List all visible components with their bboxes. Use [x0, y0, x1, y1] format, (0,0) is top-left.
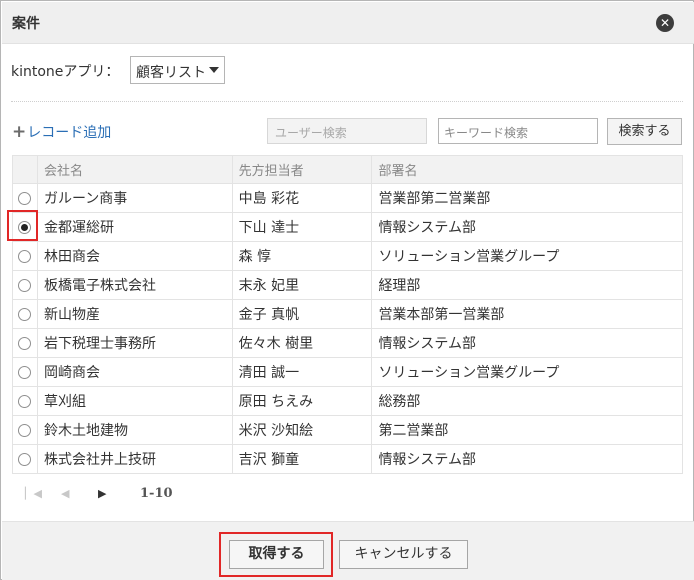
add-record-link[interactable]: +レコード追加: [12, 122, 111, 142]
get-button[interactable]: 取得する: [229, 540, 324, 569]
select-cell: [12, 415, 38, 445]
contact-cell: 吉沢 獅童: [231, 444, 373, 474]
row-radio[interactable]: [18, 452, 32, 466]
row-radio[interactable]: [18, 307, 32, 321]
department-cell: 営業本部第一営業部: [371, 299, 683, 329]
add-record-label: レコード追加: [27, 125, 112, 141]
contact-cell: 佐々木 樹里: [231, 328, 373, 358]
user-search-input[interactable]: ユーザー検索: [267, 118, 427, 144]
department-cell: 営業部第二営業部: [371, 183, 683, 213]
table-row[interactable]: 金都運総研 下山 達士 情報システム部: [12, 212, 683, 242]
row-radio[interactable]: [18, 365, 32, 379]
department-cell: ソリューション営業グループ: [371, 357, 683, 387]
row-radio[interactable]: [18, 220, 32, 234]
select-cell: [12, 183, 38, 213]
company-cell: 岡崎商会: [36, 357, 233, 387]
contact-cell: 中島 彩花: [231, 183, 373, 213]
keyword-search-input[interactable]: キーワード検索: [438, 118, 598, 144]
dialog-titlebar: 案件 ✕: [2, 2, 694, 44]
company-cell: ガルーン商事: [36, 183, 233, 213]
table-row[interactable]: 林田商会 森 惇 ソリューション営業グループ: [12, 241, 683, 271]
dialog-title: 案件: [12, 16, 40, 32]
table-row[interactable]: 草刈組 原田 ちえみ 総務部: [12, 386, 683, 416]
row-radio[interactable]: [18, 249, 32, 263]
header-select: [12, 155, 38, 184]
row-radio[interactable]: [18, 394, 32, 408]
department-cell: 第二営業部: [371, 415, 683, 445]
prev-page-icon: ◀: [61, 487, 70, 500]
row-radio[interactable]: [18, 423, 32, 437]
contact-cell: 米沢 沙知絵: [231, 415, 373, 445]
table-row[interactable]: 新山物産 金子 真帆 営業本部第一営業部: [12, 299, 683, 329]
select-cell: [12, 357, 38, 387]
search-button[interactable]: 検索する: [607, 118, 682, 145]
close-icon[interactable]: ✕: [656, 14, 674, 32]
page-range: 1-10: [140, 486, 173, 501]
select-cell: [12, 270, 38, 300]
plus-icon: +: [12, 122, 27, 142]
table-row[interactable]: ガルーン商事 中島 彩花 営業部第二営業部: [12, 183, 683, 213]
department-cell: 経理部: [371, 270, 683, 300]
first-page-icon: ▏◀: [25, 487, 42, 500]
contact-cell: 下山 達士: [231, 212, 373, 242]
select-cell: [12, 299, 38, 329]
app-selector-label: kintoneアプリ：: [11, 64, 120, 80]
department-cell: ソリューション営業グループ: [371, 241, 683, 271]
table-row[interactable]: 岩下税理士事務所 佐々木 樹里 情報システム部: [12, 328, 683, 358]
department-cell: 総務部: [371, 386, 683, 416]
contact-cell: 原田 ちえみ: [231, 386, 373, 416]
header-company: 会社名: [36, 155, 233, 184]
company-cell: 金都運総研: [36, 212, 233, 242]
select-cell: [12, 212, 38, 242]
table-row[interactable]: 鈴木土地建物 米沢 沙知絵 第二営業部: [12, 415, 683, 445]
select-cell: [12, 386, 38, 416]
divider: [11, 101, 683, 102]
records-table: 会社名 先方担当者 部署名 ガルーン商事 中島 彩花 営業部第二営業部 金都運総…: [12, 155, 683, 474]
app-select-value: 顧客リスト: [136, 65, 206, 81]
table-row[interactable]: 岡崎商会 清田 誠一 ソリューション営業グループ: [12, 357, 683, 387]
company-cell: 岩下税理士事務所: [36, 328, 233, 358]
table-header-row: 会社名 先方担当者 部署名: [12, 155, 683, 184]
contact-cell: 末永 妃里: [231, 270, 373, 300]
company-cell: 板橋電子株式会社: [36, 270, 233, 300]
next-page-icon[interactable]: ▶: [98, 487, 106, 500]
header-contact: 先方担当者: [231, 155, 373, 184]
header-department: 部署名: [371, 155, 683, 184]
record-picker-dialog: 案件 ✕ kintoneアプリ： 顧客リスト +レコード追加 ユーザー検索 キー…: [0, 0, 694, 580]
contact-cell: 森 惇: [231, 241, 373, 271]
select-cell: [12, 328, 38, 358]
select-cell: [12, 444, 38, 474]
contact-cell: 金子 真帆: [231, 299, 373, 329]
contact-cell: 清田 誠一: [231, 357, 373, 387]
company-cell: 株式会社井上技研: [36, 444, 233, 474]
department-cell: 情報システム部: [371, 444, 683, 474]
company-cell: 鈴木土地建物: [36, 415, 233, 445]
table-row[interactable]: 板橋電子株式会社 末永 妃里 経理部: [12, 270, 683, 300]
select-cell: [12, 241, 38, 271]
department-cell: 情報システム部: [371, 328, 683, 358]
app-select-dropdown[interactable]: 顧客リスト: [130, 56, 225, 84]
company-cell: 草刈組: [36, 386, 233, 416]
caret-down-icon: [209, 67, 219, 73]
table-row[interactable]: 株式会社井上技研 吉沢 獅童 情報システム部: [12, 444, 683, 474]
company-cell: 林田商会: [36, 241, 233, 271]
company-cell: 新山物産: [36, 299, 233, 329]
row-radio[interactable]: [18, 336, 32, 350]
cancel-button[interactable]: キャンセルする: [339, 540, 468, 569]
department-cell: 情報システム部: [371, 212, 683, 242]
row-radio[interactable]: [18, 191, 32, 205]
row-radio[interactable]: [18, 278, 32, 292]
